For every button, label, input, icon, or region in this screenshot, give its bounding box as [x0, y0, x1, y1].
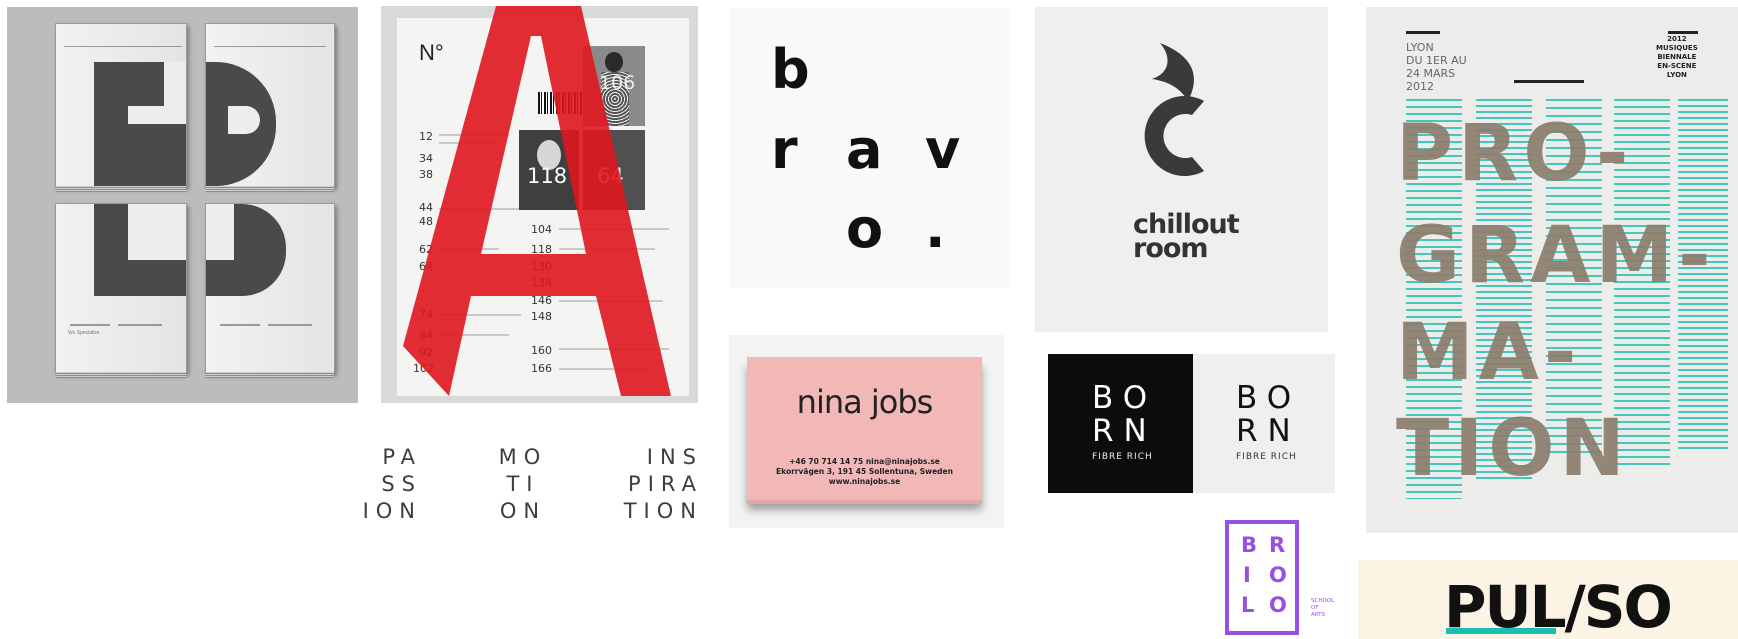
newspaper-bottom-left: We Specialise [55, 203, 187, 378]
poster-line: TION [1396, 404, 1630, 494]
newspaper-bottom-right [205, 203, 335, 378]
poster-line: PRO- [1396, 109, 1634, 199]
poster-line: GRAM- [1396, 211, 1716, 301]
pulso-text: PUL/SO [1444, 573, 1673, 639]
contact-website: www.ninajobs.se [828, 477, 901, 486]
nina-jobs-logo: nina jobs [796, 383, 934, 421]
born-word-top: BO [1092, 380, 1158, 416]
briolo-letter: R [1269, 533, 1300, 557]
bravo-letter: v [925, 118, 961, 181]
born-fibre-rich-logos: BO RN FIBRE RICH BO RN FIBRE RICH [1048, 354, 1335, 493]
briolo-letter: O [1269, 563, 1301, 587]
briolo-letter: L [1241, 593, 1269, 617]
word-motion: MO TI ON [498, 445, 548, 520]
passion-motion-inspiration-type: PA SS ION MO TI ON INS PIRA TION [355, 440, 705, 520]
poster-place-dates: LYON DU 1ER AU 24 MARS 2012 [1406, 41, 1467, 93]
born-light-panel: BO RN FIBRE RICH [1193, 354, 1335, 493]
contact-address: Ekorrvägen 3, 191 45 Sollentuna, Sweden [776, 467, 953, 476]
briolo-school-of-arts: SCHOOL OF ARTS [1311, 598, 1335, 618]
chillout-c-icon [1144, 43, 1204, 176]
red-letter-a-icon [403, 6, 671, 396]
word-inspiration: INS PIRA TION [623, 445, 703, 520]
born-word-top: BO [1236, 380, 1302, 416]
word-passion: PA SS ION [362, 445, 422, 520]
newspaper-top-left [55, 23, 187, 192]
bravo-logo-card: b r a v o . [729, 8, 1010, 288]
pink-card: nina jobs +46 70 714 14 75 nina@ninajobs… [747, 357, 982, 504]
room-text: room [1133, 233, 1209, 264]
newspaper-top-right [205, 23, 335, 192]
fibre-rich-tag: FIBRE RICH [1092, 452, 1153, 462]
briolo-logo: B R I O L O SCHOOL OF ARTS [1195, 518, 1345, 639]
bravo-letter: . [925, 197, 946, 260]
briolo-letter: I [1243, 563, 1265, 587]
nina-jobs-business-card: nina jobs +46 70 714 14 75 nina@ninajobs… [729, 335, 1004, 528]
chillout-room-logo: chillout room [1035, 7, 1328, 332]
bravo-letter: o [846, 197, 884, 260]
born-word-bottom: RN [1236, 413, 1301, 449]
pulso-logo: PUL/SO [1358, 560, 1738, 639]
born-word-bottom: RN [1092, 413, 1157, 449]
poster-festival: 2012 MUSIQUES BIENNALE EN-SCÈNE LYON [1656, 35, 1698, 79]
programmation-poster: LYON DU 1ER AU 24 MARS 2012 2012 MUSIQUE… [1366, 7, 1738, 533]
contact-phone-email: +46 70 714 14 75 nina@ninajobs.se [789, 457, 940, 466]
bravo-letter: a [846, 118, 883, 181]
bravo-letter: r [771, 118, 798, 181]
fibre-rich-tag: FIBRE RICH [1236, 452, 1297, 462]
briolo-letter: O [1269, 593, 1301, 617]
magazine-cover-photo: N° 106 118 64 12 34 38 44 48 62 64 74 84… [381, 6, 698, 403]
bravo-letter: b [771, 38, 810, 101]
born-dark-panel: BO RN FIBRE RICH [1048, 354, 1193, 493]
briolo-letter: B [1241, 533, 1272, 557]
newspaper-stack-photo: We Specialise [7, 7, 358, 403]
newspaper-footer-text: We Specialise [68, 330, 100, 336]
poster-line: MA- [1396, 308, 1582, 398]
